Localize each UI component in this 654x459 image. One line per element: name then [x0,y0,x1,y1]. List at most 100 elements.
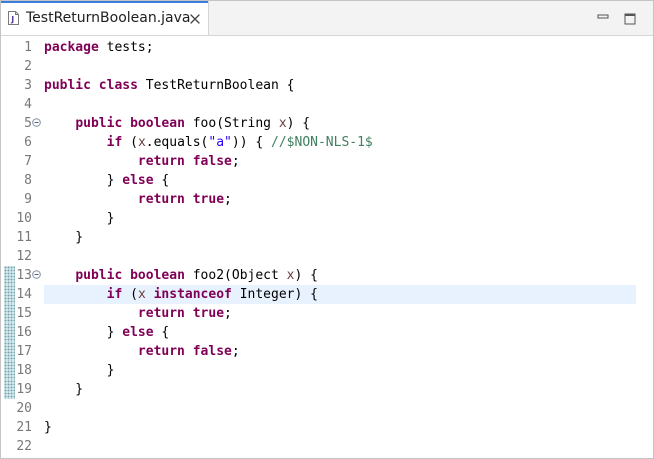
parameter-token: x [137,135,146,150]
keyword-token: return [137,192,185,207]
line-number: 16 [16,325,32,340]
code-token: Integer) { [231,287,318,302]
keyword-token: instanceof [153,287,232,302]
collapse-fold-icon[interactable] [32,118,41,127]
code-token: )) { [231,135,272,150]
code-line[interactable]: 6 if (x.equals("a")) { //$NON-NLS-1$ [1,133,653,152]
java-editor: J TestReturnBoolean.java 1 package tests;… [0,0,654,459]
editor-tab-strip: J TestReturnBoolean.java [1,1,653,36]
code-line[interactable]: 19 } [1,380,653,399]
keyword-token: false [192,154,232,169]
code-line[interactable]: 20 [1,399,653,418]
keyword-token: else [122,325,154,340]
code-token: ; [231,154,240,169]
code-line[interactable]: 1 package tests; [1,38,653,57]
string-literal-token: "a" [208,135,232,150]
line-number: 11 [16,230,32,245]
line-number: 10 [16,211,32,226]
code-text: if (x.equals("a")) { //$NON-NLS-1$ [44,133,373,152]
editor-tab-testreturnboolean[interactable]: J TestReturnBoolean.java [1,1,209,35]
code-text: return true; [44,304,232,323]
code-text: } [44,418,52,437]
maximize-icon[interactable] [624,13,636,25]
keyword-token: true [192,306,225,321]
code-text: return true; [44,190,232,209]
line-number: 5 [24,116,32,131]
keyword-token: public [75,116,123,131]
collapse-fold-icon[interactable] [32,270,41,279]
code-token: } [44,230,84,245]
code-text: } [44,209,115,228]
code-token: ; [224,192,232,207]
code-line[interactable]: 18 } [1,361,653,380]
java-file-icon: J [8,11,19,25]
code-text: } else { [44,171,170,190]
code-text: if (x instanceof Integer) { [44,285,318,304]
code-text: } [44,361,115,380]
line-number: 8 [24,173,32,188]
line-number: 21 [16,420,32,435]
line-number: 19 [16,382,32,397]
code-token: ( [122,135,138,150]
line-number: 17 [16,344,32,359]
code-line[interactable]: 21} [1,418,653,437]
line-number: 15 [16,306,32,321]
keyword-token: return [137,306,185,321]
keyword-token: false [192,344,232,359]
close-icon[interactable] [190,14,200,24]
minimize-icon[interactable] [597,13,609,23]
code-text: } [44,228,83,247]
line-number: 20 [16,401,32,416]
code-line[interactable]: 9 return true; [1,190,653,209]
line-number: 22 [16,439,32,454]
keyword-token: else [122,173,154,188]
code-token: ; [224,306,232,321]
code-text: return false; [44,152,240,171]
line-number: 2 [24,59,32,74]
code-line[interactable]: 15 return true; [1,304,653,323]
code-line[interactable]: 7 return false; [1,152,653,171]
parameter-token: x [137,287,146,302]
active-tab-indicator [1,1,208,3]
tab-title: TestReturnBoolean.java [26,10,191,26]
keyword-token: return [137,154,185,169]
code-line[interactable]: 22 [1,437,653,456]
keyword-token: true [192,192,225,207]
code-token: } [44,211,115,226]
code-token: ) { [286,116,311,131]
code-line[interactable]: 8 } else { [1,171,653,190]
code-line[interactable]: 5 public boolean foo(String x) { [1,114,653,133]
code-token: } [44,382,84,397]
code-line[interactable]: 2 [1,57,653,76]
code-token: ) { [294,268,318,283]
code-line[interactable]: 4 [1,95,653,114]
code-line[interactable]: 13 public boolean foo2(Object x) { [1,266,653,285]
code-text: return false; [44,342,240,361]
code-token: } [44,325,123,340]
keyword-token: boolean [130,268,185,283]
code-line[interactable]: 3 public class TestReturnBoolean { [1,76,653,95]
code-line[interactable]: 11 } [1,228,653,247]
line-number: 1 [24,40,32,55]
code-line[interactable]: 14 if (x instanceof Integer) { [1,285,653,304]
keyword-token: if [106,287,123,302]
code-line[interactable]: 10 } [1,209,653,228]
parameter-token: x [278,116,287,131]
code-token: ; [231,344,240,359]
code-editor-area[interactable]: 1 package tests; 2 3 public class TestReturn… [1,37,653,458]
line-number: 7 [24,154,32,169]
code-token: } [44,420,52,435]
code-line[interactable]: 16 } else { [1,323,653,342]
code-line[interactable]: 17 return false; [1,342,653,361]
code-token: } [44,173,123,188]
code-text: package tests; [44,38,154,57]
line-number: 13 [16,268,32,283]
code-line[interactable]: 12 [1,247,653,266]
line-number: 6 [24,135,32,150]
